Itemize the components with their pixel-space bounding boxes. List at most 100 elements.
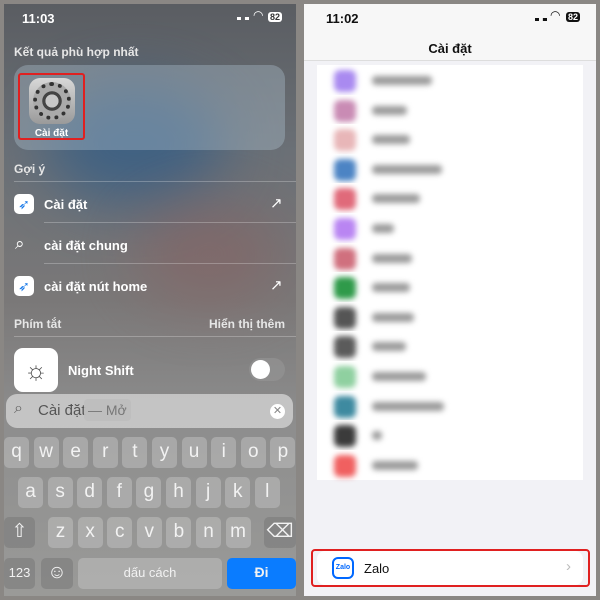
key-l[interactable]: l: [254, 477, 280, 508]
emoji-key[interactable]: ☺: [41, 558, 73, 589]
settings-item-blurred[interactable]: [317, 94, 583, 125]
cellular-signal-icon: [237, 12, 249, 20]
key-z[interactable]: z: [48, 517, 73, 548]
settings-item-blurred[interactable]: [317, 213, 583, 243]
app-icon: [334, 218, 356, 240]
night-shift-icon: ☼: [14, 348, 58, 392]
settings-item-blurred[interactable]: [317, 331, 583, 362]
app-icon: [334, 306, 356, 329]
highlight-box[interactable]: Cài đặt: [18, 73, 85, 140]
blurred-label: [372, 372, 426, 381]
suggestion-item[interactable]: ➶ cài đặt nút home ↗: [4, 271, 296, 305]
key-c[interactable]: c: [107, 517, 133, 548]
key-q[interactable]: q: [4, 437, 29, 468]
key-e[interactable]: e: [63, 437, 89, 468]
cellular-signal-icon: [535, 13, 547, 21]
app-icon: [334, 247, 356, 270]
blurred-label: [372, 283, 410, 293]
settings-item-blurred[interactable]: [317, 301, 583, 332]
blurred-label: [372, 164, 442, 174]
blurred-label: [372, 135, 410, 145]
key-r[interactable]: r: [92, 437, 118, 468]
numbers-key[interactable]: 123: [4, 558, 35, 589]
key-p[interactable]: p: [270, 437, 296, 468]
blurred-label: [372, 401, 444, 411]
settings-item-blurred[interactable]: [317, 390, 583, 421]
app-icon: [334, 454, 356, 477]
app-icon: [334, 425, 356, 448]
arrow-up-right-icon: ↗: [270, 277, 283, 294]
clear-search-button[interactable]: ✕: [270, 404, 285, 419]
key-t[interactable]: t: [122, 437, 148, 468]
status-time: 11:03: [22, 11, 55, 26]
key-u[interactable]: u: [181, 437, 207, 468]
settings-item-blurred[interactable]: [317, 153, 583, 184]
suggestion-label: cài đặt nút home: [44, 279, 148, 294]
arrow-up-right-icon: ↗: [270, 195, 283, 212]
battery-icon: 82: [566, 12, 581, 22]
app-icon: [334, 99, 356, 122]
key-x[interactable]: x: [77, 517, 103, 548]
settings-item-blurred[interactable]: [317, 272, 583, 303]
key-o[interactable]: o: [240, 437, 266, 468]
status-time: 11:02: [326, 11, 359, 26]
shift-key[interactable]: ⇧: [4, 517, 35, 548]
key-v[interactable]: v: [136, 517, 162, 548]
key-d[interactable]: d: [77, 477, 103, 508]
blurred-label: [372, 76, 432, 85]
key-a[interactable]: a: [18, 477, 43, 508]
settings-item-blurred[interactable]: [317, 242, 583, 273]
suggestion-item[interactable]: ⌕ cài đặt chung: [4, 230, 296, 264]
suggestions-header: Gợi ý: [14, 162, 46, 176]
app-icon: [334, 158, 356, 181]
key-w[interactable]: w: [33, 437, 59, 468]
settings-screen: 11:02 ◠ 82 Cài đặt Zalo Zalo ›: [304, 4, 596, 596]
settings-item-blurred[interactable]: [317, 124, 583, 155]
search-input[interactable]: ⌕ Cài đặt — Mở ✕: [6, 394, 293, 428]
app-icon: [334, 129, 356, 152]
wifi-icon: ◠: [253, 8, 264, 22]
go-key[interactable]: Đi: [227, 558, 296, 589]
safari-icon: ➶: [14, 276, 34, 296]
blurred-label: [372, 460, 418, 470]
blurred-label: [372, 431, 382, 441]
blurred-label: [372, 224, 394, 233]
top-hit-label: Cài đặt: [34, 128, 69, 139]
key-g[interactable]: g: [136, 477, 162, 508]
settings-item-blurred[interactable]: [317, 65, 583, 95]
app-icon: [334, 395, 356, 418]
key-n[interactable]: n: [196, 517, 221, 548]
suggestion-item[interactable]: ➶ Cài đặt ↗: [4, 189, 296, 223]
night-shift-toggle[interactable]: [249, 358, 285, 381]
top-hit-header: Kết quả phù hợp nhất: [14, 45, 139, 59]
app-icon: [334, 277, 356, 300]
key-h[interactable]: h: [166, 477, 191, 508]
key-f[interactable]: f: [106, 477, 132, 508]
key-y[interactable]: y: [152, 437, 177, 468]
shortcuts-header: Phím tắt: [14, 317, 62, 331]
blurred-label: [372, 105, 407, 115]
app-icon: [334, 188, 356, 211]
app-icon: [334, 70, 356, 92]
settings-item-blurred[interactable]: [317, 420, 583, 451]
spotlight-search-screen: 11:03 ◠ 82 Kết quả phù hợp nhất Cài đặt …: [4, 4, 296, 596]
key-i[interactable]: i: [211, 437, 237, 468]
delete-key[interactable]: ⌫: [264, 517, 296, 548]
key-k[interactable]: k: [225, 477, 251, 508]
key-j[interactable]: j: [195, 477, 221, 508]
key-b[interactable]: b: [166, 517, 192, 548]
highlight-box: [311, 549, 590, 587]
key-s[interactable]: s: [47, 477, 73, 508]
page-title: Cài đặt: [428, 41, 472, 56]
show-more-link[interactable]: Hiển thị thêm: [209, 317, 285, 331]
search-value: Cài đặt: [38, 402, 86, 419]
suggestion-label: Cài đặt: [44, 197, 88, 212]
app-icon: [334, 336, 356, 359]
space-key[interactable]: dấu cách: [78, 558, 222, 589]
key-m[interactable]: m: [225, 517, 251, 548]
settings-item-blurred[interactable]: [317, 361, 583, 391]
blurred-label: [372, 342, 406, 352]
settings-item-blurred[interactable]: [317, 449, 583, 480]
blurred-label: [372, 194, 420, 204]
settings-item-blurred[interactable]: [317, 183, 583, 214]
